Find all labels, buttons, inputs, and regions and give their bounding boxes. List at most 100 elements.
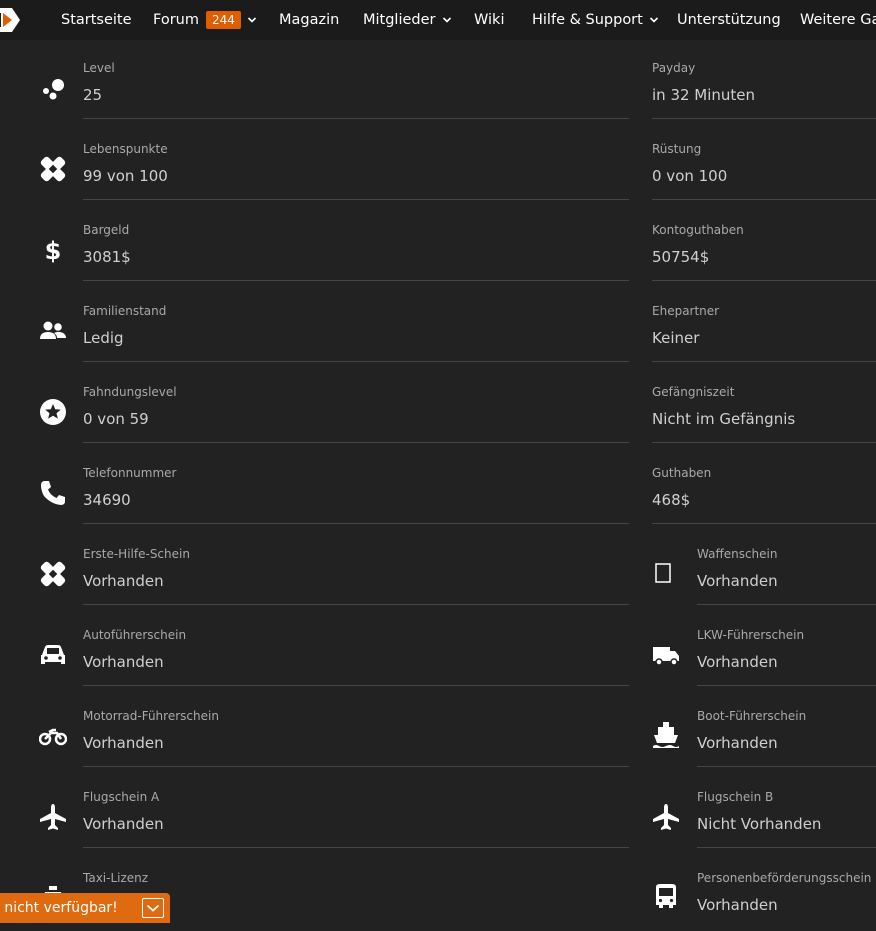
motorcycle-icon [39, 728, 67, 746]
stat-value: 34690 [83, 491, 131, 509]
stat-label: Familienstand [83, 304, 167, 318]
stat-label: Guthaben [652, 466, 712, 480]
stat-ruestung: Rüstung 0 von 100 [640, 121, 876, 202]
stat-value: in 32 Minuten [652, 86, 756, 104]
chevron-down-icon [649, 17, 658, 23]
toast-collapse-button[interactable] [142, 898, 164, 918]
top-navigation: Startseite Forum 244 Magazin Mitglieder … [0, 0, 876, 40]
stat-value: Vorhanden [83, 815, 164, 833]
nav-item-forum[interactable]: Forum 244 [153, 0, 257, 40]
divider [83, 280, 629, 281]
stat-label: Payday [652, 61, 696, 75]
ship-icon [653, 722, 679, 748]
car-icon [41, 645, 65, 664]
stat-label: Flugschein A [83, 790, 160, 804]
nav-item-startseite[interactable]: Startseite [61, 0, 132, 40]
divider [652, 280, 876, 281]
square-icon [655, 563, 671, 583]
stat-label: Motorrad-Führerschein [83, 709, 219, 723]
stat-lkw-fuehrerschein: LKW-Führerschein Vorhanden [640, 607, 876, 688]
nav-item-magazin[interactable]: Magazin [279, 0, 339, 40]
stat-motorrad-fuehrerschein: Motorrad-Führerschein Vorhanden [0, 688, 640, 769]
stat-value: 468$ [652, 491, 691, 509]
phone-icon [41, 481, 65, 505]
divider [697, 685, 876, 686]
plane-icon [40, 804, 66, 830]
divider [697, 604, 876, 605]
stat-gefaengniszeit: Gefängniszeit Nicht im Gefängnis [640, 364, 876, 445]
stat-value: Nicht Vorhanden [697, 815, 822, 833]
nav-item-mitglieder[interactable]: Mitglieder [363, 0, 452, 40]
nav-label: Wiki [474, 12, 505, 28]
stat-label: Personenbeförderungsschein [697, 871, 872, 885]
stat-level: Level 25 [0, 40, 640, 121]
stat-label: Ehepartner [652, 304, 720, 318]
stat-label: Autoführerschein [83, 628, 187, 642]
stat-value: Vorhanden [83, 572, 164, 590]
bubbles-icon [43, 79, 64, 100]
nav-item-unterstuetzung[interactable]: Unterstützung [677, 0, 781, 40]
stat-bargeld: $ Bargeld 3081$ [0, 202, 640, 283]
stat-familienstand: Familienstand Ledig [0, 283, 640, 364]
stat-value: Vorhanden [697, 896, 778, 914]
stat-flugschein-b: Flugschein B Nicht Vorhanden [640, 769, 876, 850]
stat-value: Ledig [83, 329, 124, 347]
chevron-down-icon [146, 904, 160, 912]
star-circle-icon [40, 399, 66, 425]
plane-icon [653, 804, 679, 830]
divider [83, 523, 629, 524]
stat-value: 0 von 100 [652, 167, 728, 185]
nav-label: Mitglieder [363, 12, 436, 28]
toast-text: l nicht verfügbar! [0, 900, 118, 916]
divider [83, 118, 629, 119]
stat-label: Telefonnummer [83, 466, 177, 480]
stat-value: Vorhanden [697, 653, 778, 671]
stat-label: Boot-Führerschein [697, 709, 807, 723]
dollar-icon: $ [45, 237, 62, 264]
nav-item-wiki[interactable]: Wiki [474, 0, 504, 40]
bus-icon [656, 884, 676, 908]
nav-label: Weitere Gar [800, 12, 876, 28]
users-icon [40, 321, 66, 339]
truck-icon [653, 647, 679, 666]
divider [83, 685, 629, 686]
stat-label: LKW-Führerschein [697, 628, 805, 642]
divider [652, 523, 876, 524]
nav-item-weitere[interactable]: Weitere Gar [800, 0, 876, 40]
forum-count-badge: 244 [205, 11, 241, 29]
stat-value: 99 von 100 [83, 167, 168, 185]
stat-value: Vorhanden [83, 734, 164, 752]
stat-autofuehrerschein: Autoführerschein Vorhanden [0, 607, 640, 688]
stat-label: Fahndungslevel [83, 385, 177, 399]
stat-fahndungslevel: Fahndungslevel 0 von 59 [0, 364, 640, 445]
bandage-icon [40, 561, 66, 587]
stat-value: Vorhanden [83, 653, 164, 671]
nav-label: Hilfe & Support [532, 12, 643, 28]
nav-label: Forum [153, 12, 199, 28]
nav-label: Unterstützung [677, 12, 781, 28]
stat-value: 25 [83, 86, 103, 104]
stat-label: Lebenspunkte [83, 142, 168, 156]
stat-telefonnummer: Telefonnummer 34690 [0, 445, 640, 526]
divider [83, 199, 629, 200]
stat-value: 3081$ [83, 248, 131, 266]
divider [83, 766, 629, 767]
stat-label: Erste-Hilfe-Schein [83, 547, 190, 561]
stat-erste-hilfe-schein: Erste-Hilfe-Schein Vorhanden [0, 526, 640, 607]
stat-personenbefoerderungsschein: Personenbeförderungsschein Vorhanden [640, 850, 876, 931]
stat-lebenspunkte: Lebenspunkte 99 von 100 [0, 121, 640, 202]
stat-kontoguthaben: Kontoguthaben 50754$ [640, 202, 876, 283]
stat-value: 0 von 59 [83, 410, 149, 428]
divider [83, 604, 629, 605]
divider [652, 199, 876, 200]
svg-text:$: $ [45, 237, 62, 264]
stat-waffenschein: Waffenschein Vorhanden [640, 526, 876, 607]
logo-icon[interactable] [0, 4, 22, 36]
nav-item-hilfe-support[interactable]: Hilfe & Support [532, 0, 659, 40]
stat-label: Waffenschein [697, 547, 778, 561]
nav-label: Magazin [279, 12, 340, 28]
stat-label: Flugschein B [697, 790, 774, 804]
stat-value: 50754$ [652, 248, 710, 266]
bandage-icon [40, 156, 66, 182]
stat-label: Taxi-Lizenz [83, 871, 149, 885]
